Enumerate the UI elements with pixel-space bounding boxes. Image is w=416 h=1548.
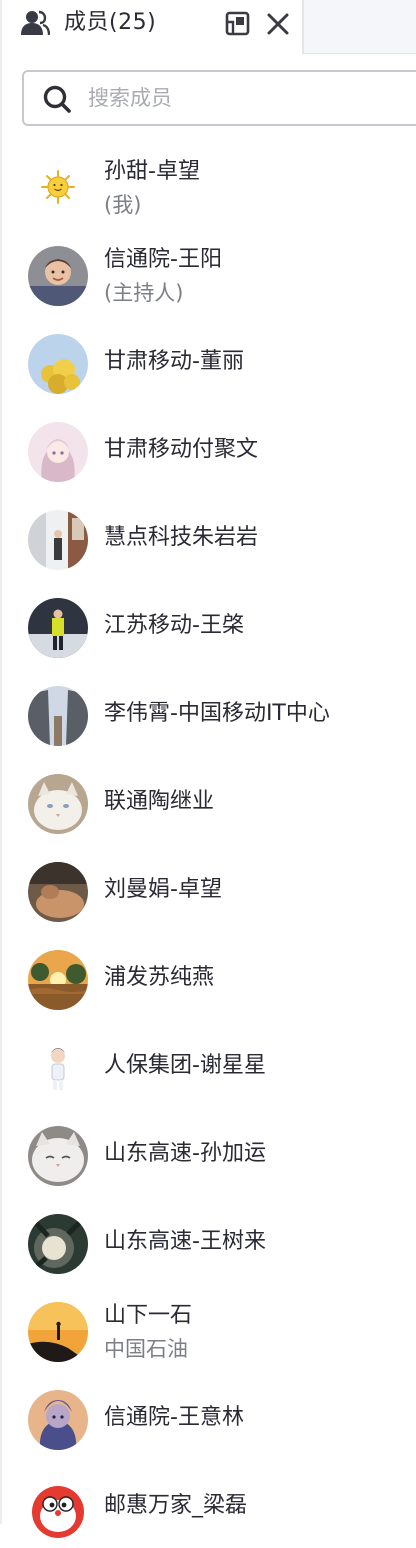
member-item[interactable]: 人保集团-谢星星: [2, 1020, 416, 1108]
member-name: 山下一石: [104, 1303, 193, 1328]
member-role: 中国石油: [104, 1337, 188, 1361]
avatar: [28, 1126, 88, 1186]
avatar: [28, 686, 88, 746]
member-role: (我): [104, 193, 142, 217]
member-name: 刘曼娟-卓望: [104, 877, 222, 902]
avatar: [28, 334, 88, 394]
avatar: [28, 1390, 88, 1450]
member-name: 慧点科技朱岩岩: [104, 525, 259, 550]
people-icon: [20, 10, 51, 36]
popout-button[interactable]: [224, 10, 252, 38]
avatar: [28, 1214, 88, 1274]
search-box[interactable]: [22, 70, 416, 126]
member-item[interactable]: 山东高速-孙加运: [2, 1108, 416, 1196]
member-name: 江苏移动-王棨: [104, 613, 244, 638]
member-item[interactable]: 浦发苏纯燕: [2, 932, 416, 1020]
member-item[interactable]: 邮惠万家_梁磊: [2, 1460, 416, 1548]
panel-title: 成员(25): [64, 10, 157, 35]
avatar: [28, 1478, 88, 1538]
popout-icon: [225, 11, 250, 36]
avatar: [28, 950, 88, 1010]
member-name: 甘肃移动-董丽: [104, 349, 244, 374]
search-input[interactable]: [88, 80, 408, 116]
member-item[interactable]: 联通陶继业: [2, 756, 416, 844]
avatar: [28, 862, 88, 922]
avatar: [28, 598, 88, 658]
member-name: 山东高速-王树来: [104, 1229, 266, 1254]
member-name: 李伟霄-中国移动IT中心: [104, 701, 330, 726]
panel-header: 成员(25): [2, 0, 302, 46]
avatar: [28, 774, 88, 834]
search-icon: [42, 84, 72, 114]
member-item[interactable]: 甘肃移动付聚文: [2, 404, 416, 492]
avatar: [28, 422, 88, 482]
member-item[interactable]: 山下一石 中国石油: [2, 1284, 416, 1372]
member-name: 信通院-王阳: [104, 247, 222, 272]
member-item[interactable]: 慧点科技朱岩岩: [2, 492, 416, 580]
member-item[interactable]: 甘肃移动-董丽: [2, 316, 416, 404]
member-name: 甘肃移动付聚文: [104, 437, 259, 462]
member-item[interactable]: 山东高速-王树来: [2, 1196, 416, 1284]
avatar: [28, 1302, 88, 1362]
member-name: 信通院-王意林: [104, 1405, 244, 1430]
member-name: 人保集团-谢星星: [104, 1053, 266, 1078]
member-item[interactable]: 信通院-王阳 (主持人): [2, 228, 416, 316]
avatar: [28, 157, 88, 217]
member-item[interactable]: 刘曼娟-卓望: [2, 844, 416, 932]
member-name: 联通陶继业: [104, 789, 215, 814]
member-item[interactable]: 江苏移动-王棨: [2, 580, 416, 668]
avatar: [28, 1038, 88, 1098]
member-item[interactable]: 李伟霄-中国移动IT中心: [2, 668, 416, 756]
member-item[interactable]: 信通院-王意林: [2, 1372, 416, 1460]
close-icon: [267, 13, 289, 35]
member-name: 邮惠万家_梁磊: [104, 1493, 248, 1518]
member-role: (主持人): [104, 281, 184, 305]
member-name: 山东高速-孙加运: [104, 1141, 266, 1166]
member-name: 孙甜-卓望: [104, 159, 200, 184]
members-panel: 成员(25) 搜索成员 孙甜-卓望 (我) 信通院-王阳 (主持人) 甘肃移动-…: [0, 0, 416, 1538]
avatar: [28, 510, 88, 570]
close-button[interactable]: [264, 10, 292, 38]
avatar: [28, 246, 88, 306]
member-item[interactable]: 孙甜-卓望 (我): [2, 140, 416, 228]
member-name: 浦发苏纯燕: [104, 965, 215, 990]
adjacent-pane-edge: [302, 0, 416, 54]
